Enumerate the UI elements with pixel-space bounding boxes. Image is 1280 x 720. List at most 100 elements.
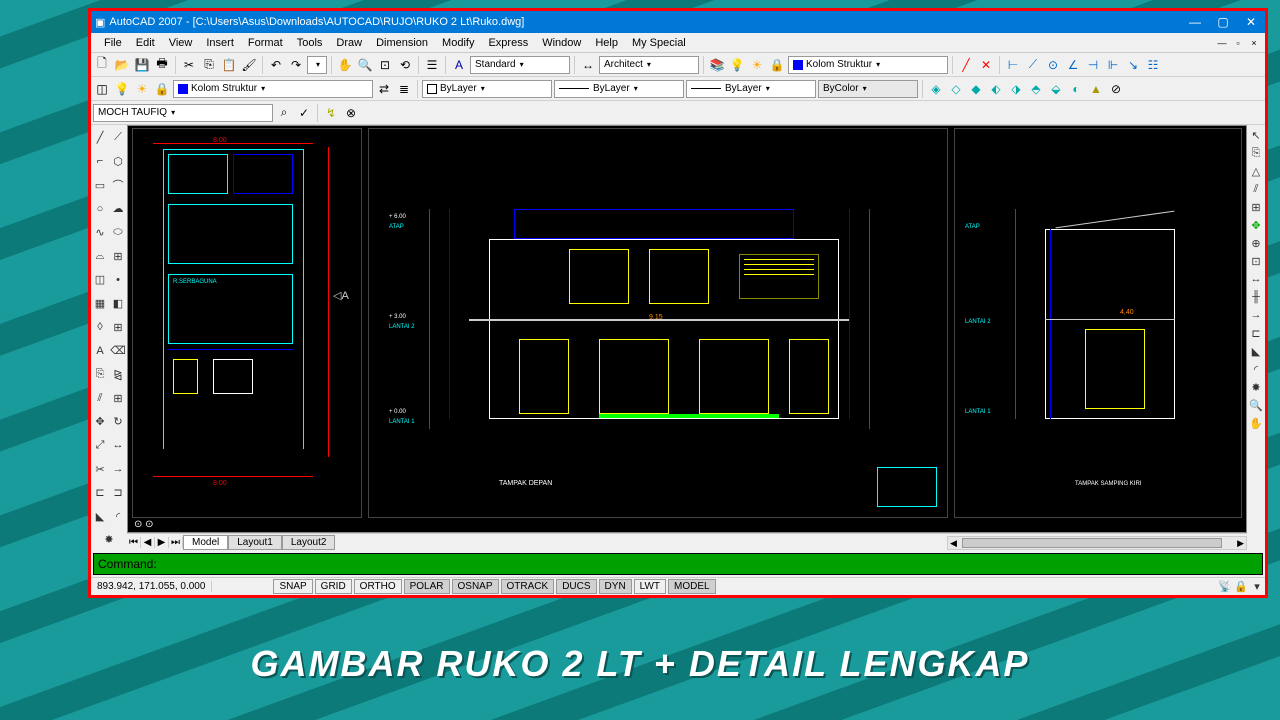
extend-icon[interactable]: → xyxy=(110,461,126,477)
spell-icon[interactable]: ✓ xyxy=(295,104,313,122)
arc-icon[interactable]: ⌒ xyxy=(110,177,126,193)
menu-my-special[interactable]: My Special xyxy=(625,35,693,51)
tab-layout2[interactable]: Layout2 xyxy=(282,535,336,550)
menu-help[interactable]: Help xyxy=(588,35,625,51)
hatch-icon[interactable]: ▦ xyxy=(92,295,108,311)
dim-radius-icon[interactable]: ⊙ xyxy=(1044,56,1062,74)
h-scrollbar[interactable]: ◀ ▶ xyxy=(947,536,1247,550)
region-icon[interactable]: ◊ xyxy=(92,319,108,335)
layer-prev-icon[interactable]: ⇄ xyxy=(375,80,393,98)
layulk-icon[interactable]: ⬗ xyxy=(1007,80,1025,98)
layer-manager-icon[interactable]: ◫ xyxy=(93,80,111,98)
explode-icon[interactable]: ✸ xyxy=(101,532,117,548)
polygon-icon[interactable]: ⬡ xyxy=(110,153,126,169)
viewport-elevation[interactable]: 9,15 + 6.00 ATAP + 3.00 LANTAI 2 + 0.00 … xyxy=(368,128,948,518)
color-combo[interactable]: ByLayer xyxy=(422,80,552,98)
laycur-icon[interactable]: ⬙ xyxy=(1047,80,1065,98)
mirror-icon[interactable]: ⧎ xyxy=(110,366,126,382)
close-button[interactable]: ✕ xyxy=(1237,11,1265,33)
coordinates[interactable]: 893.942, 171.055, 0.000 xyxy=(91,581,212,592)
cut-icon[interactable]: ✂ xyxy=(180,56,198,74)
tray-icon[interactable]: ▾ xyxy=(1249,579,1265,595)
menu-format[interactable]: Format xyxy=(241,35,290,51)
layer-freeze-icon[interactable]: ☀ xyxy=(748,56,766,74)
r-trim-icon[interactable]: ╫ xyxy=(1248,289,1264,305)
r-fillet-icon[interactable]: ◜ xyxy=(1248,361,1264,377)
layvpi-icon[interactable]: ◐ xyxy=(1067,80,1085,98)
mtext-icon[interactable]: A xyxy=(92,343,108,359)
layer-combo2[interactable]: Kolom Struktur xyxy=(173,80,373,98)
join-icon[interactable]: ⊐ xyxy=(110,485,126,501)
tab-model[interactable]: Model xyxy=(183,535,228,550)
dim-baseline-icon[interactable]: ⊩ xyxy=(1104,56,1122,74)
paste-icon[interactable]: 📋 xyxy=(220,56,238,74)
area-icon[interactable]: ✕ xyxy=(977,56,995,74)
new-icon[interactable]: 🗋 xyxy=(93,56,111,74)
command-line[interactable]: Command: xyxy=(93,553,1263,575)
r-extend-icon[interactable]: → xyxy=(1248,307,1264,323)
toggle-polar[interactable]: POLAR xyxy=(404,579,450,594)
open-icon[interactable]: 📂 xyxy=(113,56,131,74)
layer-lock-icon[interactable]: 🔒 xyxy=(768,56,786,74)
break-icon[interactable]: ⊏ xyxy=(92,485,108,501)
block-icon[interactable]: ◫ xyxy=(92,272,108,288)
insert-icon[interactable]: ⊞ xyxy=(110,248,126,264)
fillet-icon[interactable]: ◜ xyxy=(110,508,126,524)
chamfer-icon[interactable]: ◣ xyxy=(92,508,108,524)
tab-first[interactable]: ⏮ xyxy=(127,537,141,548)
r-stretch-icon[interactable]: ↔ xyxy=(1248,271,1264,287)
bulb-icon[interactable]: 💡 xyxy=(113,80,131,98)
menu-file[interactable]: File xyxy=(97,35,129,51)
toggle-ortho[interactable]: ORTHO xyxy=(354,579,402,594)
r-move-icon[interactable]: ✥ xyxy=(1248,217,1264,233)
rect-icon[interactable]: ▭ xyxy=(92,177,108,193)
r-explode-icon[interactable]: ✸ xyxy=(1248,379,1264,395)
properties-icon[interactable]: ☰ xyxy=(423,56,441,74)
find-icon[interactable]: ⌕ xyxy=(275,104,293,122)
r-break-icon[interactable]: ⊏ xyxy=(1248,325,1264,341)
dim-aligned-icon[interactable]: ⟋ xyxy=(1024,56,1042,74)
ellipsearc-icon[interactable]: ⌓ xyxy=(92,248,108,264)
dim-continue-icon[interactable]: ⊣ xyxy=(1084,56,1102,74)
layfrz-icon[interactable]: ◇ xyxy=(947,80,965,98)
pline-icon[interactable]: ⌐ xyxy=(92,153,108,169)
r-chamfer-icon[interactable]: ◣ xyxy=(1248,343,1264,359)
match-icon[interactable]: 🖌 xyxy=(240,56,258,74)
line-icon[interactable]: ╱ xyxy=(92,130,108,146)
gradient-icon[interactable]: ◧ xyxy=(110,295,126,311)
dim-edit-icon[interactable]: ☷ xyxy=(1144,56,1162,74)
dim-style-combo[interactable]: Architect xyxy=(599,56,699,74)
viewport-side[interactable]: 4,40 ATAP LANTAI 2 LANTAI 1 TAMPAK SAMPI… xyxy=(954,128,1242,518)
redo-icon[interactable]: ↷ xyxy=(287,56,305,74)
toggle-model[interactable]: MODEL xyxy=(668,579,716,594)
refclose-icon[interactable]: ⊗ xyxy=(342,104,360,122)
plot-icon[interactable]: 🖶 xyxy=(153,56,171,74)
refedit-icon[interactable]: ↯ xyxy=(322,104,340,122)
doc-restore[interactable]: ▫ xyxy=(1231,36,1245,50)
dim-angular-icon[interactable]: ∠ xyxy=(1064,56,1082,74)
stretch-icon[interactable]: ↔ xyxy=(110,437,126,453)
tab-next[interactable]: ▶ xyxy=(155,537,169,548)
tab-layout1[interactable]: Layout1 xyxy=(228,535,282,550)
r-erase-icon[interactable]: ↖ xyxy=(1248,127,1264,143)
toggle-ducs[interactable]: DUCS xyxy=(556,579,596,594)
layer-state-icon[interactable]: ≣ xyxy=(395,80,413,98)
linetype-combo[interactable]: ByLayer xyxy=(554,80,684,98)
dim-leader-icon[interactable]: ↘ xyxy=(1124,56,1142,74)
minimize-button[interactable]: — xyxy=(1181,11,1209,33)
menu-express[interactable]: Express xyxy=(481,35,535,51)
pan-icon[interactable]: ✋ xyxy=(336,56,354,74)
toggle-osnap[interactable]: OSNAP xyxy=(452,579,499,594)
undo-icon[interactable]: ↶ xyxy=(267,56,285,74)
array-icon[interactable]: ⊞ xyxy=(110,390,126,406)
toggle-otrack[interactable]: OTRACK xyxy=(501,579,555,594)
plotstyle-combo[interactable]: ByColor xyxy=(818,80,918,98)
save-icon[interactable]: 💾 xyxy=(133,56,151,74)
viewport-floorplan[interactable]: 8.00 R.SERBAGUNA 8.00 ◁A xyxy=(132,128,362,518)
lock-status-icon[interactable]: 🔒 xyxy=(1233,579,1249,595)
menu-window[interactable]: Window xyxy=(535,35,588,51)
lineweight-combo[interactable]: ByLayer xyxy=(686,80,816,98)
dist-icon[interactable]: ╱ xyxy=(957,56,975,74)
point-icon[interactable]: • xyxy=(110,272,126,288)
layiso-icon[interactable]: ◈ xyxy=(927,80,945,98)
